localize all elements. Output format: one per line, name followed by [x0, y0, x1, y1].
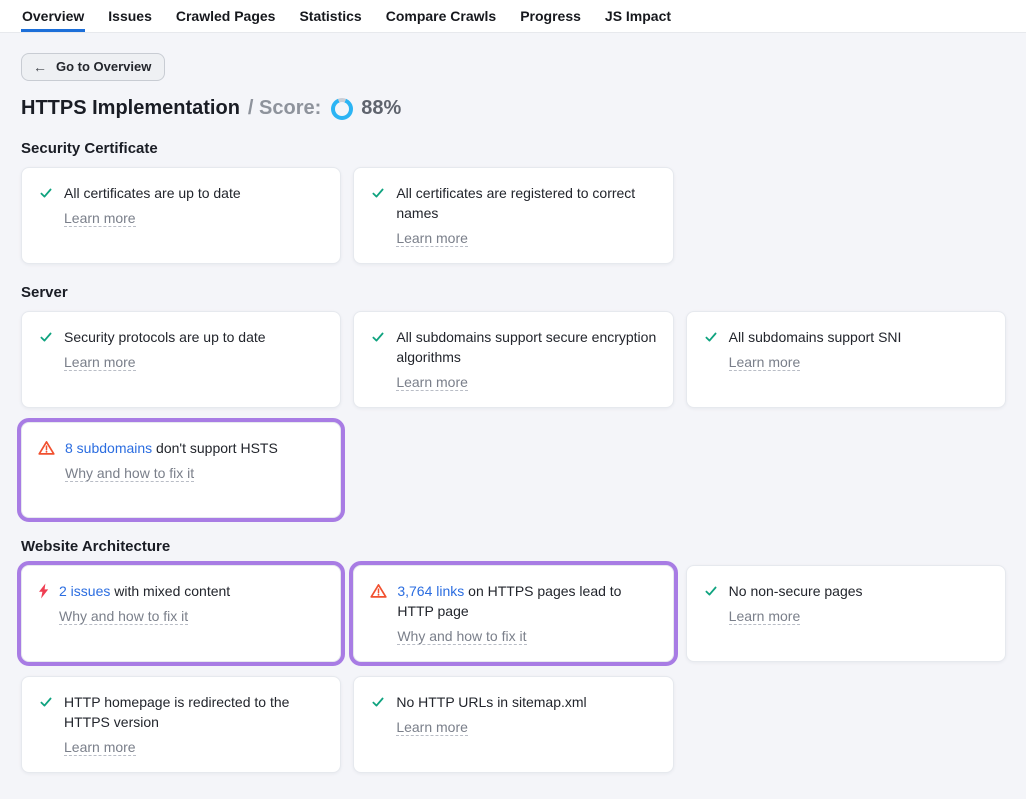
tab-js-impact[interactable]: JS Impact: [604, 0, 672, 32]
tab-progress[interactable]: Progress: [519, 0, 582, 32]
back-arrow-icon: ←: [33, 60, 47, 74]
status-card-encryption-algorithms: All subdomains support secure encryption…: [353, 311, 673, 408]
issue-count-link[interactable]: 2 issues: [59, 583, 110, 599]
learn-more-link[interactable]: Learn more: [396, 230, 468, 247]
status-text: No HTTP URLs in sitemap.xml: [396, 692, 586, 712]
status-text: All certificates are registered to corre…: [396, 183, 656, 223]
https-implementation-report: ← Go to Overview HTTPS Implementation / …: [0, 33, 1026, 797]
why-how-to-fix-link[interactable]: Why and how to fix it: [397, 628, 526, 645]
check-icon: [370, 694, 386, 710]
issue-card-hsts: 8 subdomains don't support HSTS Why and …: [21, 422, 341, 518]
check-icon: [370, 185, 386, 201]
status-card-homepage-redirect: HTTP homepage is redirected to the HTTPS…: [21, 676, 341, 773]
go-to-overview-label: Go to Overview: [56, 59, 151, 74]
warning-icon: [38, 440, 55, 456]
status-text: No non-secure pages: [729, 581, 863, 601]
section-server: Server Security protocols are up to date…: [21, 284, 1006, 518]
top-nav: Overview Issues Crawled Pages Statistics…: [0, 0, 1026, 33]
why-how-to-fix-link[interactable]: Why and how to fix it: [65, 465, 194, 482]
status-text: All subdomains support secure encryption…: [396, 327, 656, 367]
tab-overview[interactable]: Overview: [21, 0, 85, 32]
issue-count-link[interactable]: 8 subdomains: [65, 440, 152, 456]
issue-count-link[interactable]: 3,764 links: [397, 583, 464, 599]
learn-more-link[interactable]: Learn more: [729, 608, 801, 625]
learn-more-link[interactable]: Learn more: [64, 210, 136, 227]
score-label: / Score:: [248, 97, 321, 120]
status-card-non-secure-pages: No non-secure pages Learn more: [686, 565, 1006, 662]
bolt-icon: [38, 583, 49, 599]
section-title: Website Architecture: [21, 538, 1006, 555]
tab-statistics[interactable]: Statistics: [298, 0, 362, 32]
status-card-sni-support: All subdomains support SNI Learn more: [686, 311, 1006, 408]
status-text: don't support HSTS: [152, 440, 278, 456]
score-ring-icon: [331, 98, 353, 120]
status-text: All certificates are up to date: [64, 183, 241, 203]
warning-icon: [370, 583, 387, 599]
status-text: Security protocols are up to date: [64, 327, 266, 347]
report-title: HTTPS Implementation: [21, 97, 240, 120]
learn-more-link[interactable]: Learn more: [396, 374, 468, 391]
learn-more-link[interactable]: Learn more: [729, 354, 801, 371]
learn-more-link[interactable]: Learn more: [64, 354, 136, 371]
score-value: 88%: [361, 97, 401, 120]
tab-issues[interactable]: Issues: [107, 0, 153, 32]
section-title: Server: [21, 284, 1006, 301]
section-title: Security Certificate: [21, 140, 1006, 157]
issue-card-https-to-http-links: 3,764 links on HTTPS pages lead to HTTP …: [353, 565, 673, 662]
why-how-to-fix-link[interactable]: Why and how to fix it: [59, 608, 188, 625]
check-icon: [38, 329, 54, 345]
learn-more-link[interactable]: Learn more: [396, 719, 468, 736]
issue-card-mixed-content: 2 issues with mixed content Why and how …: [21, 565, 341, 662]
check-icon: [38, 185, 54, 201]
check-icon: [703, 329, 719, 345]
learn-more-link[interactable]: Learn more: [64, 739, 136, 756]
section-security-certificate: Security Certificate All certificates ar…: [21, 140, 1006, 264]
check-icon: [703, 583, 719, 599]
status-card-sitemap-urls: No HTTP URLs in sitemap.xml Learn more: [353, 676, 673, 773]
status-text: All subdomains support SNI: [729, 327, 902, 347]
section-website-architecture: Website Architecture 2 issues with mixed…: [21, 538, 1006, 773]
tab-compare-crawls[interactable]: Compare Crawls: [385, 0, 497, 32]
status-card-certificates-up-to-date: All certificates are up to date Learn mo…: [21, 167, 341, 264]
status-card-security-protocols: Security protocols are up to date Learn …: [21, 311, 341, 408]
go-to-overview-button[interactable]: ← Go to Overview: [21, 53, 165, 81]
check-icon: [38, 694, 54, 710]
page-title: HTTPS Implementation / Score: 88%: [21, 97, 1006, 120]
status-card-certificates-registered: All certificates are registered to corre…: [353, 167, 673, 264]
status-text: with mixed content: [110, 583, 230, 599]
tab-crawled-pages[interactable]: Crawled Pages: [175, 0, 277, 32]
status-text: HTTP homepage is redirected to the HTTPS…: [64, 692, 324, 732]
check-icon: [370, 329, 386, 345]
